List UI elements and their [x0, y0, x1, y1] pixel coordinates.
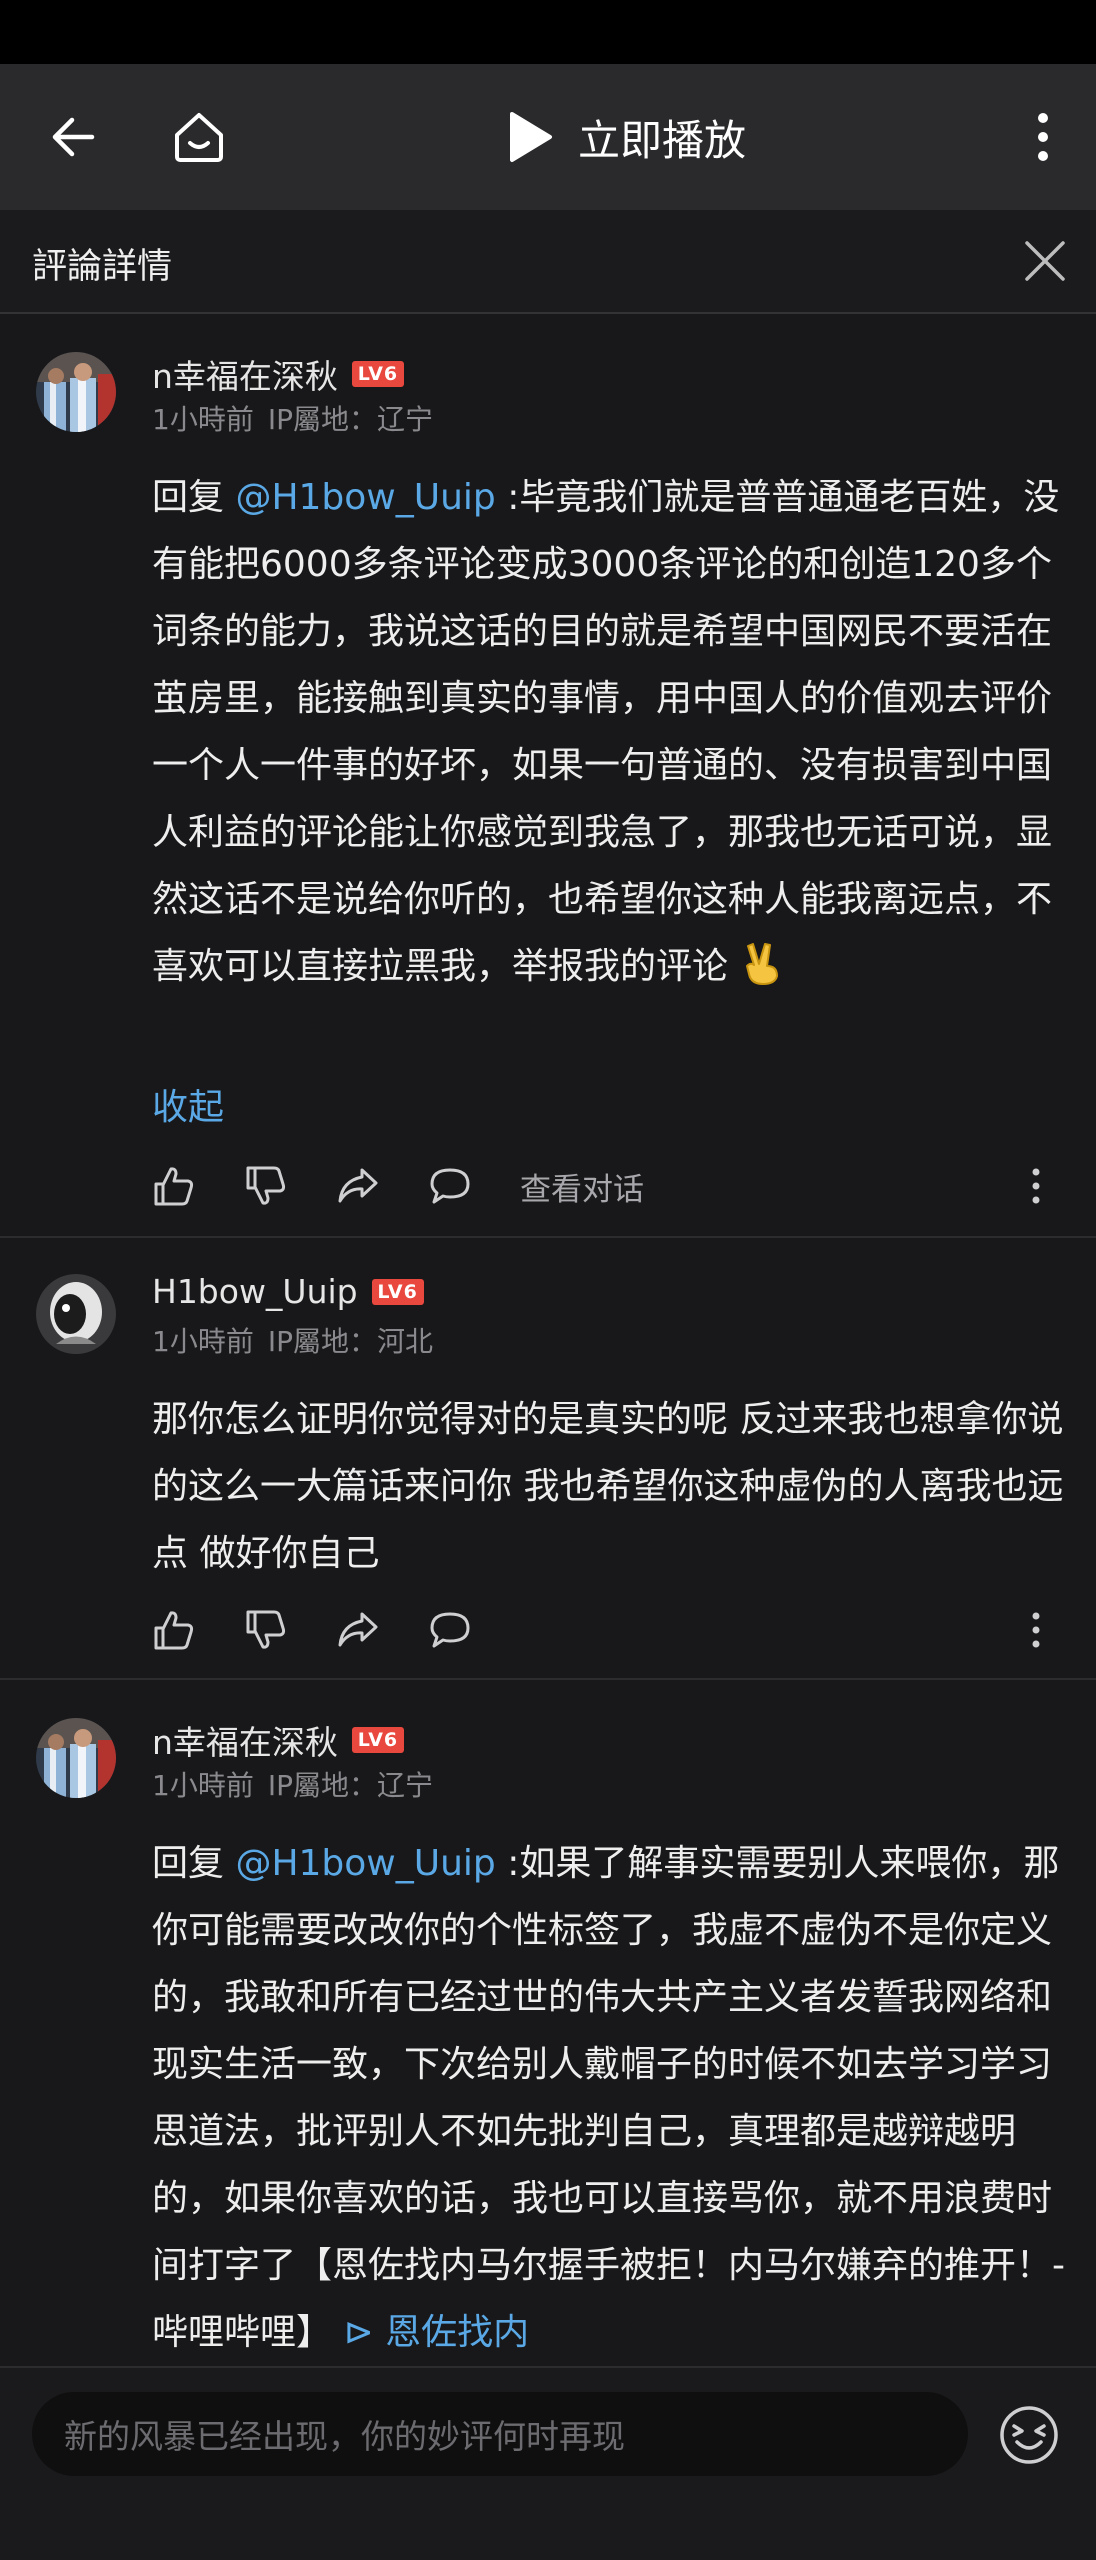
thumbs-up-icon — [154, 1611, 194, 1650]
avatar[interactable] — [36, 352, 116, 432]
comment-username[interactable]: n幸福在深秋 LV6 — [152, 1716, 404, 1764]
comment-detail-header: 評論詳情 — [0, 210, 1096, 314]
comment-bubble-icon — [430, 1168, 470, 1204]
sheet-title: 評論詳情 — [32, 247, 173, 287]
top-app-bar: 立即播放 — [0, 64, 1096, 210]
comment-username[interactable]: H1bow_Uuip LV6 — [152, 1272, 424, 1311]
more-vertical-icon — [1032, 1168, 1040, 1204]
avatar[interactable] — [36, 1718, 116, 1798]
view-conversation-link[interactable]: 查看对话 — [520, 1164, 644, 1209]
dislike-button[interactable] — [244, 1161, 336, 1211]
home-icon — [175, 113, 223, 162]
comment-body: 回复 @H1bow_Uuip :毕竟我们就是普普通通老百姓，没有能把6000多条… — [152, 464, 1070, 1008]
more-vertical-icon — [1032, 1612, 1040, 1648]
level-badge: LV6 — [371, 1278, 424, 1305]
comment-actions: 查看对话 — [152, 1156, 1070, 1216]
reply-prefix: 回复 — [152, 1843, 236, 1884]
share-button[interactable] — [336, 1605, 428, 1655]
username-text: H1bow_Uuip — [152, 1272, 358, 1311]
like-button[interactable] — [152, 1605, 244, 1655]
username-text: n幸福在深秋 — [152, 1723, 338, 1762]
share-icon — [338, 1168, 378, 1203]
back-arrow-icon — [52, 117, 95, 157]
comment-ip-location: IP屬地：辽宁 — [267, 403, 433, 436]
comment-actions — [152, 1600, 1070, 1660]
comment-input-bar: 新的风暴已经出现，你的妙评何时再现 — [0, 2366, 1096, 2560]
play-icon — [510, 112, 552, 162]
play-now-label: 立即播放 — [578, 115, 747, 165]
comment-time: 1小時前 — [152, 403, 254, 436]
comment-ip-location: IP屬地：辽宁 — [267, 1769, 433, 1802]
dislike-button[interactable] — [244, 1605, 336, 1655]
comment-item: H1bow_Uuip LV6 1小時前 IP屬地：河北 那你怎么证明你觉得对的是真… — [0, 1238, 1096, 1680]
thumbs-down-icon — [246, 1166, 286, 1205]
comment-ip-location: IP屬地：河北 — [267, 1325, 433, 1358]
username-text: n幸福在深秋 — [152, 357, 338, 396]
victory-hand-emoji — [739, 940, 785, 1008]
reply-button[interactable] — [428, 1605, 520, 1655]
reply-prefix: 回复 — [152, 477, 236, 518]
reply-button[interactable] — [428, 1161, 520, 1211]
level-badge: LV6 — [351, 1727, 404, 1753]
video-link[interactable]: ⊳ 恩佐找内 — [343, 2312, 529, 2353]
status-bar — [0, 0, 1096, 64]
level-badge: LV6 — [351, 361, 404, 387]
comment-item: n幸福在深秋 LV6 1小時前 IP屬地：辽宁 回复 @H1bow_Uuip :如… — [0, 1682, 1096, 2366]
more-options-button[interactable] — [1010, 104, 1076, 170]
comment-body: 那你怎么证明你觉得对的是真实的呢 反过来我也想拿你说的这么一大篇话来问你 我也希… — [152, 1399, 1064, 1574]
comment-time: 1小時前 — [152, 1769, 254, 1802]
thumbs-down-icon — [246, 1610, 286, 1649]
thumbs-up-icon — [154, 1167, 194, 1206]
home-button[interactable] — [166, 104, 232, 170]
mention-link[interactable]: @H1bow_Uuip — [235, 1843, 495, 1884]
more-vertical-icon — [1038, 113, 1048, 161]
comment-text: :如果了解事实需要别人来喂你，那你可能需要改改你的个性标签了，我虚不虚伪不是你定… — [152, 1843, 1065, 2353]
comment-username[interactable]: n幸福在深秋 LV6 — [152, 350, 404, 398]
comment-meta: 1小時前 IP屬地：河北 — [152, 1320, 447, 1360]
share-icon — [338, 1612, 378, 1647]
comment-body: 回复 @H1bow_Uuip :如果了解事实需要别人来喂你，那你可能需要改改你的… — [152, 1830, 1070, 2366]
share-button[interactable] — [336, 1161, 428, 1211]
back-button[interactable] — [40, 104, 106, 170]
avatar-image — [36, 1718, 116, 1798]
comment-more-button[interactable] — [1016, 1161, 1056, 1211]
comment-more-button[interactable] — [1016, 1605, 1056, 1655]
emoji-face-icon — [1000, 2406, 1058, 2464]
comment-text: :毕竟我们就是普普通通老百姓，没有能把6000多条评论变成3000条评论的和创造… — [152, 477, 1060, 987]
play-now-button[interactable]: 立即播放 — [500, 100, 746, 174]
comment-meta: 1小時前 IP屬地：辽宁 — [152, 1764, 447, 1804]
comment-bubble-icon — [430, 1612, 470, 1648]
comment-time: 1小時前 — [152, 1325, 254, 1358]
collapse-link[interactable]: 收起 — [152, 1078, 224, 1130]
avatar-image — [36, 1274, 116, 1354]
comment-item: n幸福在深秋 LV6 1小時前 IP屬地：辽宁 回复 @H1bow_Uuip :毕… — [0, 316, 1096, 1238]
close-icon — [1025, 241, 1065, 281]
emoji-button[interactable] — [996, 2402, 1062, 2468]
avatar[interactable] — [36, 1274, 116, 1354]
close-button[interactable] — [1016, 232, 1074, 290]
mention-link[interactable]: @H1bow_Uuip — [235, 477, 495, 518]
avatar-image — [36, 352, 116, 432]
like-button[interactable] — [152, 1161, 244, 1211]
comment-meta: 1小時前 IP屬地：辽宁 — [152, 398, 447, 438]
comment-input[interactable]: 新的风暴已经出现，你的妙评何时再现 — [32, 2392, 968, 2476]
